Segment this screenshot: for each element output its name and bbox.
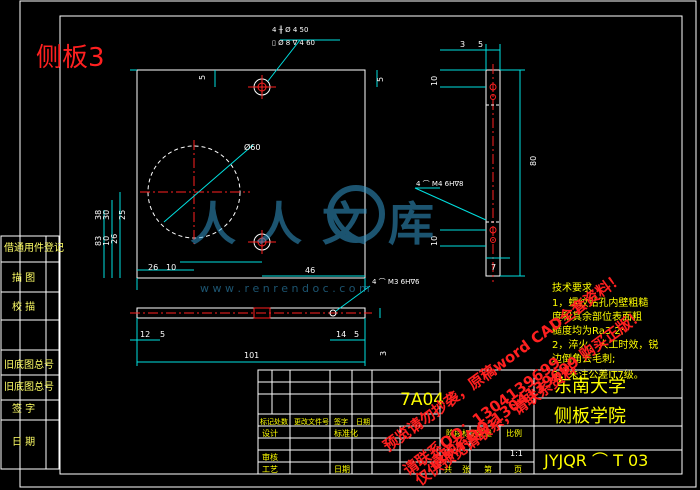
dim-left-25: 25 [118,210,127,220]
side-label-4: 旧底图总号 [4,380,54,393]
side-label-1: 描 图 [12,271,35,284]
dim-lower-3: 3 [379,351,388,356]
dim-right-10a: 10 [430,76,439,86]
watermark-url: w w w . r e n r e n d o c . c o m [200,282,370,295]
dim-top-3: 3 [460,40,465,49]
tb-drawing-no: JYJQR ⌒ T 03 [543,451,648,470]
dim-left-26: 26 [110,234,119,244]
callout-hole-2: ▯ Ø 8 ∇ 4 60 [272,39,315,47]
front-dimension-lines [103,69,378,290]
dim-bot-46: 46 [305,266,315,275]
dim-lower-14: 14 [336,330,346,339]
tb-design: 设计 [262,428,278,438]
watermark-logo-text: 人人文库 [190,197,454,251]
dim-top-5b: 5 [376,77,385,82]
tb-sheet-unit: 张 [462,465,470,474]
tb-page: 页 [514,465,522,474]
tb-header-mark: 标记 [260,417,274,426]
cad-drawing-canvas: 借通用件登记 描 图 校 描 旧底图总号 旧底图总号 签 字 日 期 侧板3 Ø… [0,0,700,490]
dim-lower-101: 101 [244,351,259,360]
tb-scale: 1:1 [510,449,523,458]
side-label-3: 旧底图总号 [4,358,54,371]
dim-top-5: 5 [478,40,483,49]
tb-header-sign: 签字 [334,417,348,426]
tb-ratio: 比例 [506,428,522,438]
drawing-svg: 借通用件登记 描 图 校 描 旧底图总号 旧底图总号 签 字 日 期 侧板3 Ø… [0,0,697,490]
tb-header-count: 处数 [274,417,288,426]
side-label-0: 借通用件登记 [4,241,64,254]
dim-lower-5a: 5 [160,330,165,339]
dim-lower-12: 12 [140,330,150,339]
tb-header-date: 日期 [356,418,370,426]
tb-process: 工艺 [262,465,278,474]
large-hole-label: Ø60 [244,142,260,152]
dim-right-7: 7 [491,263,496,272]
dim-lower-5b: 5 [354,330,359,339]
callout-hole-1: 4 ╫ Ø 4 50 [272,25,308,34]
callout-thread-bottom: 4 ⌒ M3 6H∇6 [372,278,420,286]
callout-thread-right: 4 ⌒ M4 6H∇8 [416,180,463,188]
drawing-title: 侧板3 [36,43,105,73]
dim-bot-10: 10 [166,263,176,272]
tb-header-file: 更改文件号 [294,417,329,426]
dim-bot-26: 26 [148,263,158,272]
dim-left-30: 30 [102,210,111,220]
side-view [485,64,501,282]
dim-left-10: 10 [102,236,111,246]
dim-left-38: 38 [94,210,103,220]
tb-standard: 标准化 [334,428,358,438]
tb-date: 日期 [334,465,350,474]
side-label-6: 日 期 [12,436,35,448]
side-label-5: 签 字 [12,402,35,415]
side-label-column [0,235,60,470]
tb-sheet: 第 [484,464,492,474]
tb-review: 审核 [262,452,278,462]
dim-left-83: 83 [94,236,103,246]
tb-part-name: 侧板学院 [554,406,626,427]
side-label-2: 校 描 [12,300,35,313]
dim-left-5: 5 [198,75,207,80]
dim-right-80: 80 [529,156,538,166]
